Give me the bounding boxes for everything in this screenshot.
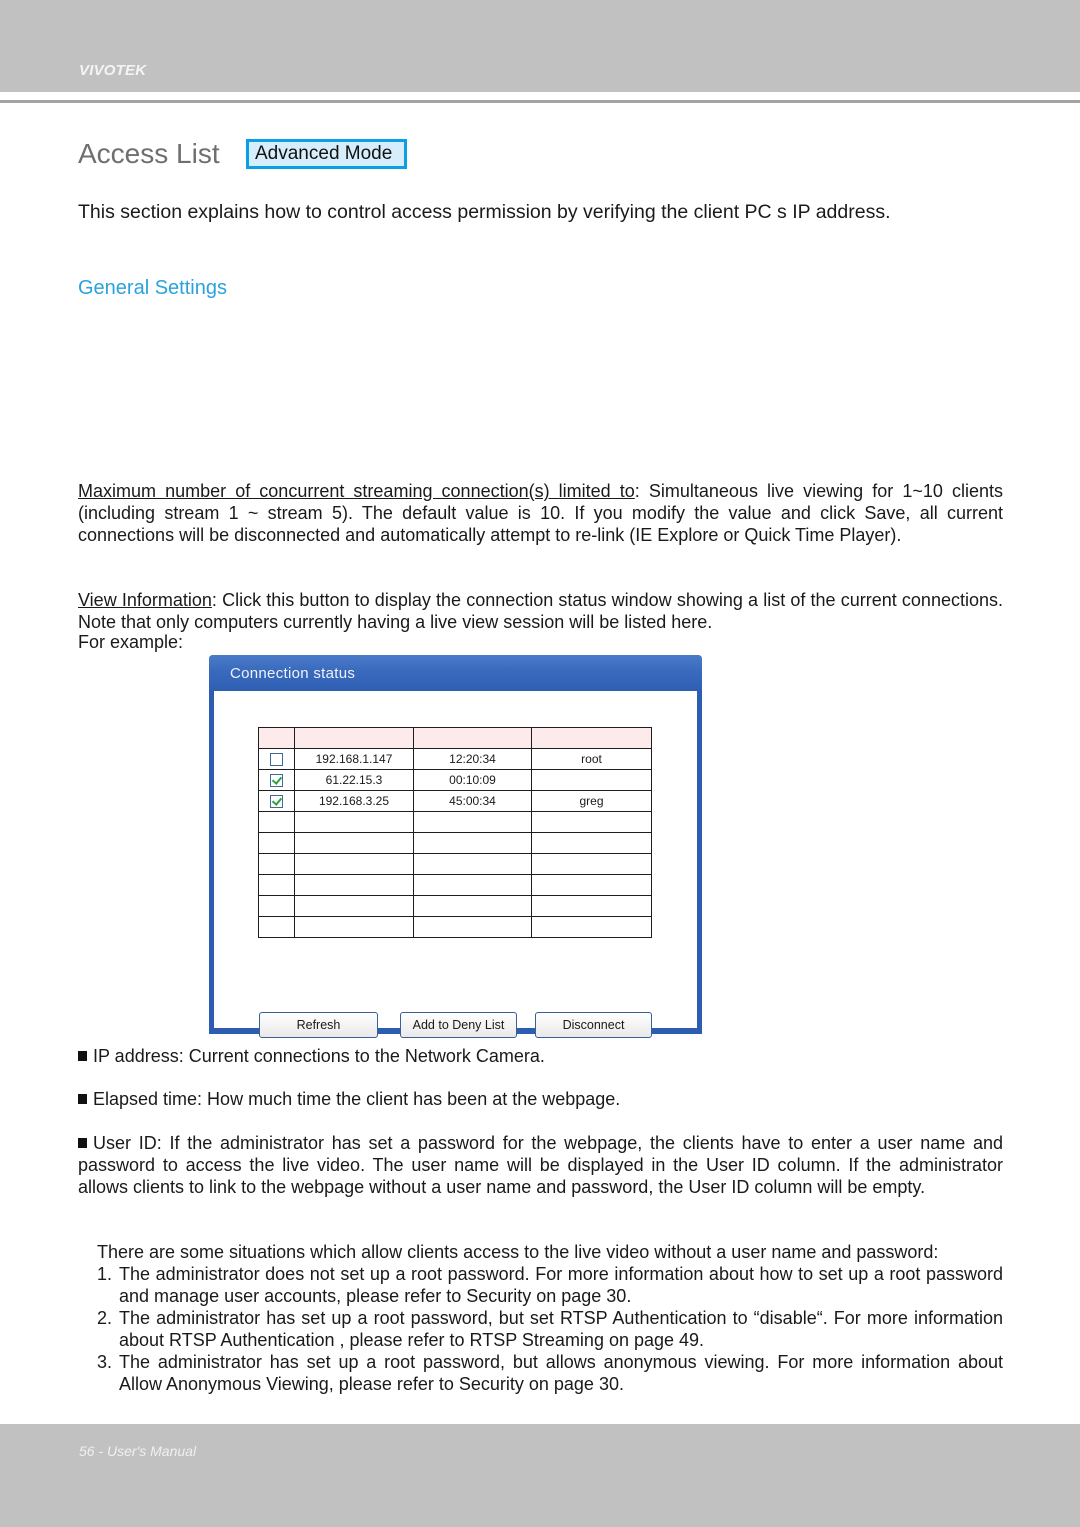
empty-cell — [531, 853, 652, 875]
advanced-mode-badge: Advanced Mode — [246, 139, 407, 169]
select-cell — [258, 769, 295, 791]
empty-table-row — [258, 811, 652, 833]
table-header-row — [258, 727, 652, 749]
item-number: 1. — [97, 1264, 113, 1284]
empty-cell — [531, 832, 652, 854]
intro-paragraph: This section explains how to control acc… — [78, 201, 891, 223]
add-to-deny-list-button[interactable]: Add to Deny List — [400, 1012, 517, 1038]
checkbox-checked-icon[interactable] — [270, 795, 283, 809]
disconnect-button[interactable]: Disconnect — [535, 1012, 652, 1038]
bullet-text: Elapsed time: How much time the client h… — [93, 1089, 621, 1109]
situation-item: 1. The administrator does not set up a ro… — [97, 1263, 1003, 1307]
bullet-square-icon — [78, 1051, 87, 1061]
empty-cell — [294, 874, 414, 896]
bullet-square-icon — [78, 1138, 87, 1148]
view-information-paragraph: View Information: Click this button to d… — [78, 589, 1003, 633]
bullet-elapsed-time: Elapsed time: How much time the client h… — [78, 1088, 1003, 1110]
view-information-text: : Click this button to display the conne… — [78, 590, 1003, 632]
empty-cell — [413, 916, 532, 938]
checkbox-checked-icon[interactable] — [270, 774, 283, 788]
header-cell-user — [531, 727, 652, 749]
empty-cell — [258, 895, 295, 917]
bullet-square-icon — [78, 1094, 87, 1104]
bullet-ip-address: IP address: Current connections to the N… — [78, 1045, 1003, 1067]
bullet-text: User ID: If the administrator has set a … — [78, 1133, 1003, 1197]
header-cell-ip — [294, 727, 414, 749]
empty-cell — [531, 895, 652, 917]
header-band: VIVOTEK — [0, 0, 1080, 92]
situations-list: 1. The administrator does not set up a ro… — [97, 1263, 1003, 1395]
empty-cell — [294, 916, 414, 938]
table-row[interactable]: 192.168.1.147 12:20:34 root — [258, 748, 652, 770]
empty-cell — [531, 811, 652, 833]
empty-table-row — [258, 832, 652, 854]
item-text: The administrator has set up a root pass… — [119, 1352, 1003, 1394]
empty-cell — [413, 874, 532, 896]
situations-intro: There are some situations which allow cl… — [97, 1242, 939, 1262]
connection-table: 192.168.1.147 12:20:34 root 61.22.15.3 00:10… — [258, 727, 652, 938]
max-connections-term: Maximum number of concurrent streaming c… — [78, 481, 635, 501]
situations-block: There are some situations which allow cl… — [97, 1241, 1003, 1395]
empty-cell — [294, 895, 414, 917]
empty-table-row — [258, 853, 652, 875]
bullet-user-id: User ID: If the administrator has set a … — [78, 1132, 1003, 1198]
empty-cell — [294, 853, 414, 875]
user-id-cell: root — [531, 748, 652, 770]
item-number: 2. — [97, 1308, 113, 1328]
checkbox-unchecked-icon[interactable] — [270, 753, 283, 767]
table-row[interactable]: 61.22.15.3 00:10:09 — [258, 769, 652, 791]
item-number: 3. — [97, 1352, 113, 1372]
empty-cell — [531, 874, 652, 896]
empty-table-row — [258, 895, 652, 917]
user-id-cell: greg — [531, 790, 652, 812]
empty-cell — [413, 853, 532, 875]
table-row[interactable]: 192.168.3.25 45:00:34 greg — [258, 790, 652, 812]
header-cell-select — [258, 727, 295, 749]
ip-address-cell: 192.168.1.147 — [294, 748, 414, 770]
window-title: Connection status — [230, 665, 356, 682]
window-titlebar[interactable]: Connection status — [209, 655, 702, 691]
situation-item: 3. The administrator has set up a root pa… — [97, 1351, 1003, 1395]
brand-logo: VIVOTEK — [79, 62, 147, 79]
page-title: Access List — [78, 138, 220, 169]
empty-cell — [413, 811, 532, 833]
view-information-term: View Information — [78, 590, 212, 610]
empty-cell — [531, 916, 652, 938]
section-heading: General Settings — [78, 277, 227, 299]
elapsed-time-cell: 12:20:34 — [413, 748, 532, 770]
situation-item: 2. The administrator has set up a root pa… — [97, 1307, 1003, 1351]
max-connections-paragraph: Maximum number of concurrent streaming c… — [78, 480, 1003, 546]
ip-address-cell: 61.22.15.3 — [294, 769, 414, 791]
user-id-cell — [531, 769, 652, 791]
empty-cell — [258, 874, 295, 896]
empty-cell — [294, 832, 414, 854]
refresh-button[interactable]: Refresh — [259, 1012, 378, 1038]
elapsed-time-cell: 45:00:34 — [413, 790, 532, 812]
select-cell — [258, 748, 295, 770]
window-body: 192.168.1.147 12:20:34 root 61.22.15.3 00:10… — [214, 691, 697, 1038]
empty-cell — [258, 811, 295, 833]
for-example-label: For example: — [78, 632, 184, 652]
header-divider — [0, 100, 1080, 103]
ip-address-cell: 192.168.3.25 — [294, 790, 414, 812]
empty-cell — [413, 832, 532, 854]
empty-table-row — [258, 916, 652, 938]
item-text: The administrator does not set up a root… — [119, 1264, 1003, 1306]
empty-cell — [258, 853, 295, 875]
item-text: The administrator has set up a root pass… — [119, 1308, 1003, 1350]
empty-cell — [258, 916, 295, 938]
empty-cell — [413, 895, 532, 917]
elapsed-time-cell: 00:10:09 — [413, 769, 532, 791]
select-cell — [258, 790, 295, 812]
empty-cell — [258, 832, 295, 854]
bullet-text: IP address: Current connections to the N… — [93, 1046, 545, 1066]
footer-band — [0, 1424, 1080, 1527]
empty-cell — [294, 811, 414, 833]
header-cell-elapsed — [413, 727, 532, 749]
connection-status-window: Connection status 192.168.1.147 12:20:34 r… — [209, 655, 702, 1038]
page-footer: 56 - User's Manual — [79, 1443, 197, 1459]
empty-table-row — [258, 874, 652, 896]
